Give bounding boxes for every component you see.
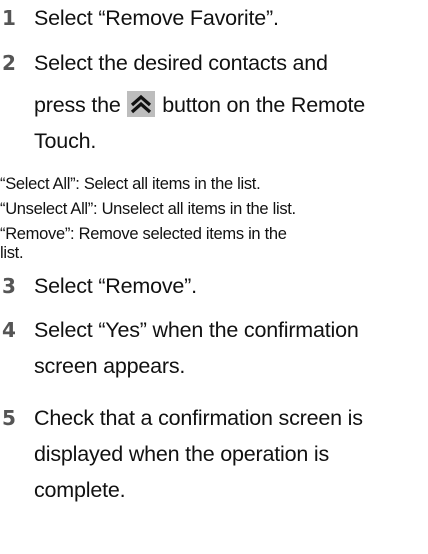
step-number: 3 [2, 274, 16, 298]
step-number: 5 [2, 406, 16, 430]
step-text: Check that a confirmation screen is disp… [34, 400, 426, 508]
step-number: 4 [2, 318, 16, 342]
step-text-line: screen appears. [34, 354, 186, 378]
step-text: Select “Remove”. [34, 274, 197, 298]
step-text-line: press the button on the Remote [34, 87, 426, 123]
note-unselect-all: “Unselect All”: Unselect all items in th… [0, 200, 296, 218]
step-text-line: Select the desired contacts and [34, 51, 328, 75]
step-text: Select “Yes” when the confirmation scree… [34, 312, 426, 384]
note-remove-continued: list. [0, 244, 24, 262]
step-text-line: Check that a confirmation screen is [34, 406, 363, 430]
step-number: 2 [2, 51, 16, 75]
note-select-all: “Select All”: Select all items in the li… [0, 175, 261, 193]
step-text: Select the desired contacts and press th… [34, 45, 426, 159]
chevron-up-double-icon [127, 91, 156, 117]
step-text-line: displayed when the operation is [34, 442, 329, 466]
step-text-fragment: button on the Remote [162, 93, 365, 117]
step-text-fragment: press the [34, 93, 121, 117]
manual-page: 1 Select “Remove Favorite”. 2 Select the… [0, 0, 428, 554]
step-text-line: complete. [34, 478, 126, 502]
note-remove: “Remove”: Remove selected items in the [0, 225, 287, 243]
step-text: Select “Remove Favorite”. [34, 6, 279, 30]
step-text-line: Select “Yes” when the confirmation [34, 318, 359, 342]
step-number: 1 [2, 6, 16, 30]
step-text-line: Touch. [34, 129, 97, 153]
